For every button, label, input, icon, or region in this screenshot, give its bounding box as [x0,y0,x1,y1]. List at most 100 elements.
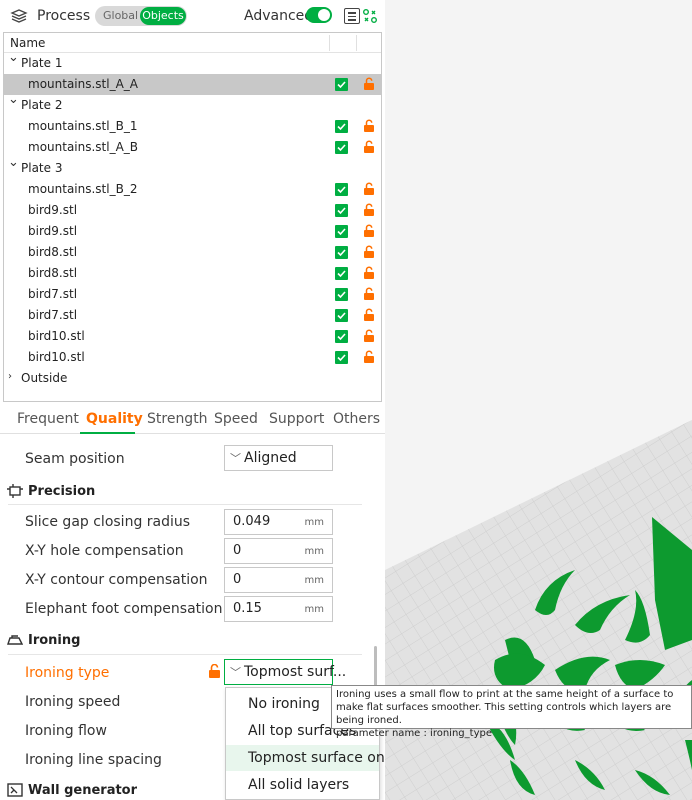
ironing-flow-label: Ironing flow [25,723,107,739]
xy-hole-value: 0 [233,543,242,558]
tree-object-row[interactable]: bird8.stl [4,242,381,263]
tree-object-row[interactable]: bird9.stl [4,200,381,221]
column-name: Name [10,36,46,50]
list-view-icon[interactable] [344,8,360,24]
tree-object-row[interactable]: bird10.stl [4,326,381,347]
wall-generator-icon [7,783,23,797]
tab-others[interactable]: Others [333,411,380,427]
printable-checkbox[interactable] [335,120,348,133]
section-divider [8,654,362,655]
advanced-toggle[interactable] [306,7,332,23]
tree-object-row[interactable]: mountains.stl_B_1 [4,116,381,137]
process-panel: Process Global Objects Advanced Name ⌄ Pl… [0,0,397,800]
mode-global-option[interactable]: Global [103,9,138,22]
tree-row-label: Plate 2 [21,98,63,112]
chevron-down-icon[interactable]: ⌄ [8,51,19,64]
unit-label: mm [304,546,324,557]
printable-checkbox[interactable] [335,204,348,217]
tree-object-row[interactable]: mountains.stl_A_B [4,137,381,158]
iron-icon [7,635,23,645]
chevron-down-icon: ﹀ [230,452,241,465]
toggle-knob [318,9,330,21]
tree-row-label: mountains.stl_A_B [28,140,139,154]
tree-object-row[interactable]: bird9.stl [4,221,381,242]
unlock-icon[interactable] [362,245,376,259]
tab-support[interactable]: Support [269,411,324,427]
ironing-type-combo[interactable]: ﹀ Topmost surf... [224,659,346,685]
elephant-foot-value: 0.15 [233,601,262,616]
unlock-icon[interactable] [362,224,376,238]
printable-checkbox[interactable] [335,183,348,196]
printable-checkbox[interactable] [335,225,348,238]
tree-header: Name [4,33,381,53]
global-objects-switch[interactable]: Global Objects [95,6,187,26]
object-tree[interactable]: Name ⌄ Plate 1 mountains.stl_A_A ⌄ Plate 2 mo… [3,32,382,402]
unlock-icon[interactable] [362,77,376,91]
tree-plate-row[interactable]: ⌄ Plate 2 [4,93,381,116]
unit-label: mm [304,575,324,586]
printable-checkbox[interactable] [335,141,348,154]
tab-quality[interactable]: Quality [86,411,143,427]
mode-objects-option[interactable]: Objects [140,7,186,25]
tree-object-row[interactable]: mountains.stl_A_A [4,74,381,95]
printable-checkbox[interactable] [335,351,348,364]
tree-object-row[interactable]: bird8.stl [4,263,381,284]
unlock-icon[interactable] [362,350,376,364]
unlock-icon[interactable] [362,140,376,154]
precision-icon [7,484,23,498]
option-topmost-surface-only[interactable]: Topmost surface only [226,745,397,771]
seam-position-combo[interactable]: ﹀ Aligned [224,445,333,471]
tree-row-label: bird10.stl [28,350,85,364]
active-tab-indicator [80,432,135,434]
slice-gap-value: 0.049 [233,514,271,529]
tab-strength[interactable]: Strength [147,411,208,427]
unit-label: mm [304,517,324,528]
printable-checkbox[interactable] [335,288,348,301]
ironing-section-title: Ironing [28,633,81,648]
printable-checkbox[interactable] [335,267,348,280]
tree-object-row[interactable]: bird7.stl [4,284,381,305]
tree-plate-row[interactable]: › Outside [4,368,381,389]
unlock-icon[interactable] [362,329,376,343]
3d-viewport[interactable] [385,0,692,800]
ironing-line-spacing-label: Ironing line spacing [25,752,162,768]
compare-presets-icon[interactable] [362,8,378,24]
slice-gap-input[interactable]: 0.049 mm [224,509,333,535]
tree-plate-row[interactable]: ⌄ Plate 1 [4,51,381,74]
precision-section-title: Precision [28,484,96,499]
tree-object-row[interactable]: bird7.stl [4,305,381,326]
tree-row-label: bird9.stl [28,224,78,238]
tree-row-label: Plate 1 [21,56,63,70]
tree-object-row[interactable]: bird10.stl [4,347,381,368]
elephant-foot-input[interactable]: 0.15 mm [224,596,333,622]
unlock-icon[interactable] [362,182,376,196]
printable-checkbox[interactable] [335,78,348,91]
option-label: Topmost surface only [248,750,397,766]
unlock-icon[interactable] [362,119,376,133]
xy-contour-input[interactable]: 0 mm [224,567,333,593]
chevron-down-icon[interactable]: ⌄ [8,156,19,169]
tree-row-label: mountains.stl_A_A [28,77,139,91]
printable-checkbox[interactable] [335,330,348,343]
unlock-icon[interactable] [362,308,376,322]
tab-frequent[interactable]: Frequent [17,411,79,427]
unlock-icon[interactable] [362,266,376,280]
chevron-down-icon: ﹀ [230,666,241,679]
ironing-type-value: Topmost surf... [244,664,347,680]
xy-hole-input[interactable]: 0 mm [224,538,333,564]
tooltip-parameter-name: parameter name : ironing_type [336,728,492,739]
tab-speed[interactable]: Speed [214,411,258,427]
unlock-icon[interactable] [362,287,376,301]
printable-checkbox[interactable] [335,246,348,259]
option-all-solid-layers[interactable]: All solid layers [226,772,379,798]
unlock-icon[interactable] [362,203,376,217]
unlock-icon[interactable] [208,664,221,678]
layers-icon [10,9,28,23]
seam-position-value: Aligned [244,450,297,466]
tree-plate-row[interactable]: ⌄ Plate 3 [4,156,381,179]
chevron-right-icon[interactable]: › [8,372,18,382]
tree-row-label: Outside [21,371,68,385]
chevron-down-icon[interactable]: ⌄ [8,93,19,106]
printable-checkbox[interactable] [335,309,348,322]
tree-object-row[interactable]: mountains.stl_B_2 [4,179,381,200]
